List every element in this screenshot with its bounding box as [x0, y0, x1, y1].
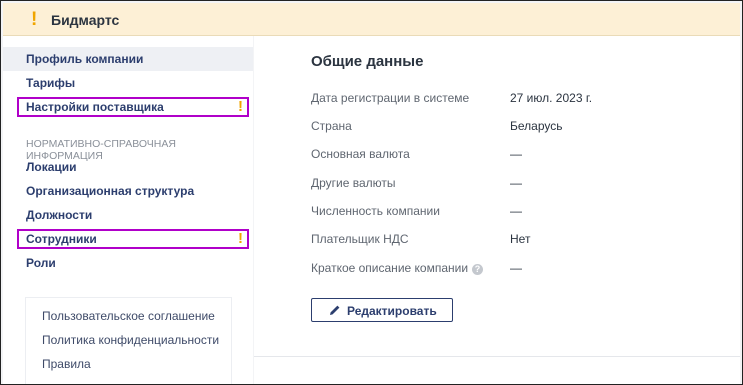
sidebar-item-org-structure[interactable]: Организационная структура	[3, 179, 253, 203]
company-name-title: Бидмартс	[51, 12, 120, 28]
field-value: —	[510, 204, 522, 218]
field-label: Краткое описание компании	[311, 261, 469, 275]
field-value: Нет	[510, 232, 531, 246]
highlight-box	[17, 229, 249, 249]
sidebar-item-label: Локации	[26, 160, 77, 174]
sidebar: Профиль компании Тарифы Настройки постав…	[3, 36, 253, 384]
field-label: Основная валюта	[311, 147, 410, 161]
sidebar-item-label: Должности	[26, 208, 93, 222]
sidebar-item-label: Роли	[26, 256, 56, 270]
field-value: 27 июл. 2023 г.	[510, 91, 593, 105]
link-privacy-policy[interactable]: Политика конфиденциальности	[42, 333, 219, 347]
warning-icon: !	[31, 9, 38, 30]
sidebar-item-label: Профиль компании	[26, 52, 144, 66]
field-label: Численность компании	[311, 204, 440, 218]
field-label: Плательщик НДС	[311, 232, 409, 246]
edit-button-label: Редактировать	[347, 304, 437, 318]
section-title: Общие данные	[311, 53, 424, 70]
field-value: —	[510, 147, 522, 161]
sidebar-item-company-profile[interactable]: Профиль компании	[3, 47, 253, 71]
app-frame: ! Бидмартс Профиль компании Тарифы Настр…	[0, 0, 743, 385]
footer-links-box: Пользовательское соглашение Политика кон…	[25, 297, 232, 384]
edit-button[interactable]: Редактировать	[311, 298, 453, 322]
field-value: Беларусь	[510, 119, 563, 133]
field-label: Страна	[311, 119, 352, 133]
field-label-with-help: Краткое описание компании?	[311, 261, 484, 275]
divider	[254, 356, 740, 357]
help-icon[interactable]: ?	[472, 264, 484, 275]
field-value: —	[510, 176, 522, 190]
main-panel: Общие данные Дата регистрации в системе …	[254, 36, 740, 384]
field-label: Дата регистрации в системе	[311, 91, 470, 105]
header-bar: ! Бидмартс	[3, 3, 740, 36]
link-user-agreement[interactable]: Пользовательское соглашение	[42, 309, 215, 323]
highlight-box	[17, 97, 249, 117]
link-rules[interactable]: Правила	[42, 357, 91, 371]
sidebar-item-positions[interactable]: Должности	[3, 203, 253, 227]
sidebar-item-tariffs[interactable]: Тарифы	[3, 71, 253, 95]
field-label: Другие валюты	[311, 176, 396, 190]
field-value: —	[510, 261, 522, 275]
sidebar-item-label: Тарифы	[26, 76, 76, 90]
sidebar-item-locations[interactable]: Локации	[3, 155, 253, 179]
sidebar-item-roles[interactable]: Роли	[3, 251, 253, 275]
sidebar-item-label: Организационная структура	[26, 184, 195, 198]
pencil-icon	[330, 305, 340, 315]
